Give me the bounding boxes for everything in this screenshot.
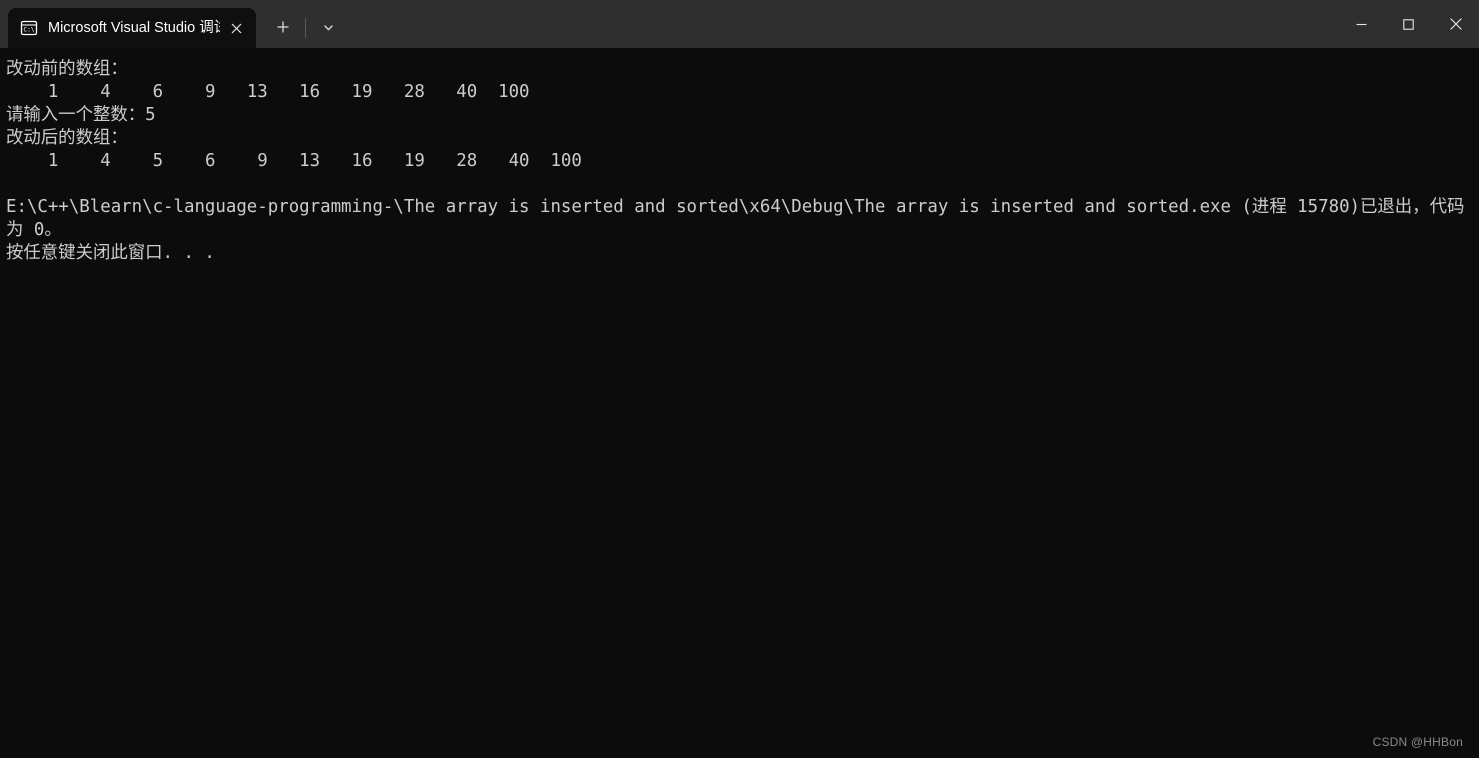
tab-strip-divider <box>305 18 306 38</box>
tab-active-console[interactable]: C:\ Microsoft Visual Studio 调试控 <box>8 8 256 48</box>
window-controls <box>1338 0 1479 48</box>
maximize-button[interactable] <box>1385 0 1432 48</box>
chevron-down-icon <box>322 19 335 38</box>
svg-text:C:\: C:\ <box>23 27 34 34</box>
tab-strip: C:\ Microsoft Visual Studio 调试控 <box>0 0 345 48</box>
close-tab-icon[interactable] <box>222 14 250 42</box>
title-bar: C:\ Microsoft Visual Studio 调试控 <box>0 0 1479 48</box>
tab-dropdown-button[interactable] <box>311 11 345 45</box>
watermark: CSDN @HHBon <box>1372 735 1463 749</box>
tab-title: Microsoft Visual Studio 调试控 <box>48 20 220 36</box>
plus-icon <box>276 19 290 38</box>
console-text: 改动前的数组： 1 4 6 9 13 16 19 28 40 100 请输入一个… <box>6 59 1465 263</box>
terminal-window: C:\ Microsoft Visual Studio 调试控 <box>0 0 1479 758</box>
minimize-icon <box>1355 18 1368 31</box>
new-tab-button[interactable] <box>266 11 300 45</box>
console-cmd-icon: C:\ <box>20 19 38 37</box>
maximize-icon <box>1402 18 1415 31</box>
minimize-button[interactable] <box>1338 0 1385 48</box>
console-output-area[interactable]: 改动前的数组： 1 4 6 9 13 16 19 28 40 100 请输入一个… <box>0 48 1479 758</box>
close-icon <box>1449 17 1463 31</box>
close-window-button[interactable] <box>1432 0 1479 48</box>
